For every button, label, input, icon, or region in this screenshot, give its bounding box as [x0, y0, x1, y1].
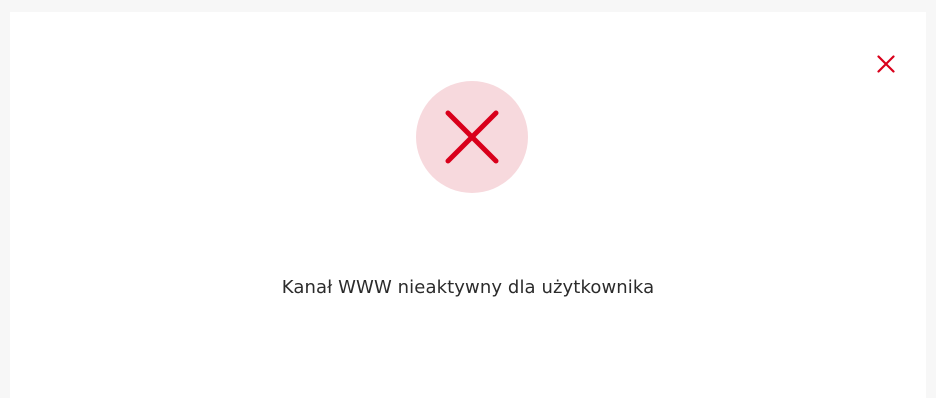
error-status-badge: [416, 81, 528, 193]
close-button[interactable]: [874, 52, 898, 76]
error-dialog: Kanał WWW nieaktywny dla użytkownika: [10, 12, 926, 398]
error-message: Kanał WWW nieaktywny dla użytkownika: [281, 277, 655, 298]
error-x-icon: [445, 110, 499, 164]
close-icon[interactable]: [876, 54, 896, 74]
